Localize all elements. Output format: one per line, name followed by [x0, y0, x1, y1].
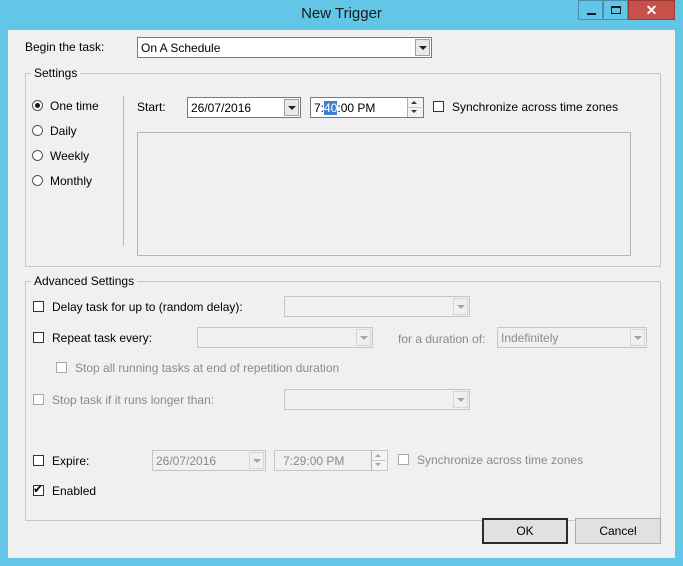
duration-label: for a duration of: — [398, 332, 486, 346]
begin-task-select[interactable]: On A Schedule — [137, 37, 432, 58]
start-time-spinner[interactable]: 7:40:00 PM — [310, 97, 424, 118]
stop-longer-select[interactable] — [284, 389, 470, 410]
chevron-down-icon — [356, 329, 371, 346]
expire-checkbox[interactable] — [33, 455, 44, 466]
duration-value: Indefinitely — [501, 331, 559, 345]
radio-selected-dot — [35, 103, 40, 108]
dialog-body: Begin the task: On A Schedule Settings O… — [8, 30, 675, 558]
delay-task-checkbox[interactable] — [33, 301, 44, 312]
advanced-settings-legend: Advanced Settings — [31, 274, 138, 288]
start-date-picker[interactable]: 26/07/2016 — [187, 97, 301, 118]
stop-repetition-checkbox[interactable] — [56, 362, 67, 373]
start-time-minute-selected: 40 — [324, 101, 338, 115]
repeat-interval-select[interactable] — [197, 327, 373, 348]
delay-task-label[interactable]: Delay task for up to (random delay): — [52, 300, 243, 314]
begin-task-label: Begin the task: — [25, 40, 105, 54]
repeat-task-checkbox[interactable] — [33, 332, 44, 343]
schedule-details-panel — [137, 132, 631, 256]
expire-sync-checkbox[interactable] — [398, 454, 409, 465]
radio-one-time-label[interactable]: One time — [50, 99, 99, 113]
start-time-value: 7:40:00 PM — [314, 101, 375, 115]
maximize-button[interactable] — [603, 0, 628, 20]
new-trigger-window: New Trigger ✕ Begin the task: On A Sched… — [0, 0, 683, 566]
cancel-button[interactable]: Cancel — [575, 518, 661, 544]
spin-down-icon — [372, 460, 386, 469]
expire-date-value: 26/07/2016 — [156, 454, 217, 468]
radio-weekly-label[interactable]: Weekly — [50, 149, 89, 163]
minimize-icon — [587, 13, 596, 15]
start-time-rest: :00 PM — [337, 101, 376, 115]
radio-monthly-label[interactable]: Monthly — [50, 174, 92, 188]
radio-one-time[interactable] — [32, 100, 43, 111]
chevron-down-icon — [630, 329, 645, 346]
calendar-dropdown-icon[interactable] — [284, 99, 299, 116]
expire-label[interactable]: Expire: — [52, 454, 89, 468]
sync-time-zones-label[interactable]: Synchronize across time zones — [452, 100, 618, 114]
repeat-task-label[interactable]: Repeat task every: — [52, 331, 152, 345]
close-button[interactable]: ✕ — [628, 0, 675, 20]
time-spin-buttons — [371, 451, 387, 470]
start-time-hour: 7: — [314, 101, 325, 115]
calendar-dropdown-icon — [249, 452, 264, 469]
stop-repetition-label[interactable]: Stop all running tasks at end of repetit… — [75, 361, 339, 375]
radio-daily[interactable] — [32, 125, 43, 136]
stop-longer-checkbox[interactable] — [33, 394, 44, 405]
expire-sync-label[interactable]: Synchronize across time zones — [417, 453, 583, 467]
radio-daily-label[interactable]: Daily — [50, 124, 77, 138]
chevron-down-icon[interactable] — [415, 39, 430, 56]
delay-select[interactable] — [284, 296, 470, 317]
time-spin-buttons[interactable] — [407, 98, 423, 117]
settings-divider — [123, 96, 124, 246]
close-icon: ✕ — [645, 2, 658, 18]
radio-monthly[interactable] — [32, 175, 43, 186]
expire-time-spinner[interactable]: 7:29:00 PM — [274, 450, 388, 471]
maximize-icon — [611, 6, 621, 14]
duration-select[interactable]: Indefinitely — [497, 327, 647, 348]
chevron-down-icon — [453, 391, 468, 408]
chevron-down-icon — [453, 298, 468, 315]
start-label: Start: — [137, 100, 166, 114]
enabled-checkbox[interactable]: ✔ — [33, 482, 44, 496]
enabled-label[interactable]: Enabled — [52, 484, 96, 498]
start-date-value: 26/07/2016 — [191, 101, 252, 115]
spin-down-icon[interactable] — [408, 107, 422, 116]
settings-legend: Settings — [31, 66, 81, 80]
checkmark-icon: ✔ — [33, 482, 44, 496]
minimize-button[interactable] — [578, 0, 603, 20]
stop-longer-label[interactable]: Stop task if it runs longer than: — [52, 393, 214, 407]
begin-task-value: On A Schedule — [141, 41, 221, 55]
ok-button[interactable]: OK — [482, 518, 568, 544]
sync-time-zones-checkbox[interactable] — [433, 101, 444, 112]
expire-time-value: 7:29:00 PM — [283, 454, 345, 468]
radio-weekly[interactable] — [32, 150, 43, 161]
expire-date-picker[interactable]: 26/07/2016 — [152, 450, 266, 471]
